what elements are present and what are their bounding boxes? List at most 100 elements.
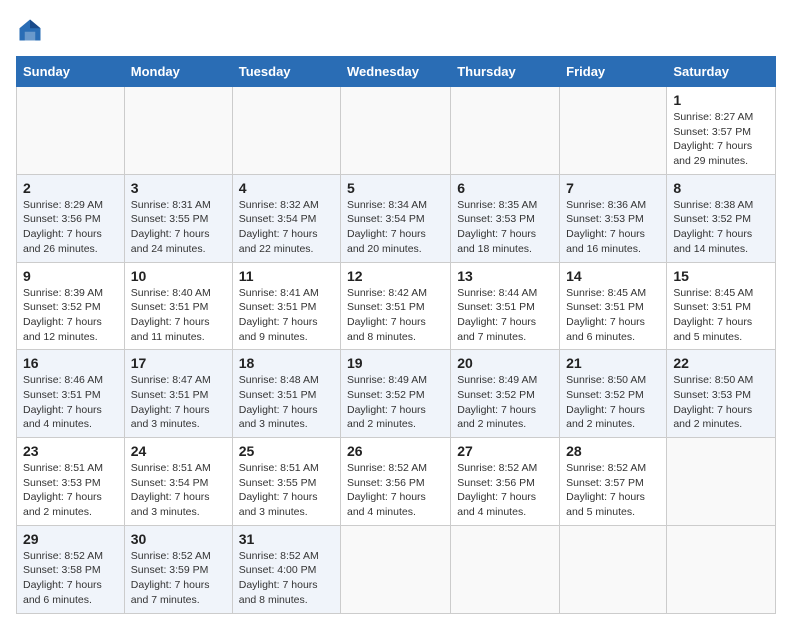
day-number: 20 bbox=[457, 355, 553, 371]
calendar-cell: 7Sunrise: 8:36 AMSunset: 3:53 PMDaylight… bbox=[560, 174, 667, 262]
calendar-week-row: 23 Sunrise: 8:51 AMSunset: 3:53 PMDayligh… bbox=[17, 438, 776, 526]
calendar-cell bbox=[232, 87, 340, 175]
calendar-cell bbox=[17, 87, 125, 175]
calendar-cell: 3 Sunrise: 8:31 AMSunset: 3:55 PMDaylight… bbox=[124, 174, 232, 262]
calendar-week-row: 16Sunrise: 8:46 AMSunset: 3:51 PMDayligh… bbox=[17, 350, 776, 438]
day-info: Sunrise: 8:31 AMSunset: 3:55 PMDaylight:… bbox=[131, 198, 226, 257]
day-of-week-header: Wednesday bbox=[341, 57, 451, 87]
calendar-cell: 1 Sunrise: 8:27 AMSunset: 3:57 PMDaylight… bbox=[667, 87, 776, 175]
calendar-cell: 5 Sunrise: 8:34 AMSunset: 3:54 PMDaylight… bbox=[341, 174, 451, 262]
calendar-table: SundayMondayTuesdayWednesdayThursdayFrid… bbox=[16, 56, 776, 614]
day-of-week-header: Monday bbox=[124, 57, 232, 87]
calendar-cell: 15 Sunrise: 8:45 AMSunset: 3:51 PMDayligh… bbox=[667, 262, 776, 350]
calendar-cell: 24Sunrise: 8:51 AMSunset: 3:54 PMDayligh… bbox=[124, 438, 232, 526]
day-number: 14 bbox=[566, 268, 660, 284]
day-number: 26 bbox=[347, 443, 444, 459]
day-number: 22 bbox=[673, 355, 769, 371]
day-of-week-header: Tuesday bbox=[232, 57, 340, 87]
day-info: Sunrise: 8:52 AMSunset: 3:58 PMDaylight:… bbox=[23, 549, 118, 608]
day-info: Sunrise: 8:36 AMSunset: 3:53 PMDaylight:… bbox=[566, 198, 660, 257]
calendar-cell bbox=[341, 87, 451, 175]
logo-icon bbox=[16, 16, 44, 44]
day-number: 31 bbox=[239, 531, 334, 547]
day-info: Sunrise: 8:38 AMSunset: 3:52 PMDaylight:… bbox=[673, 198, 769, 257]
calendar-cell: 27 Sunrise: 8:52 AMSunset: 3:56 PMDayligh… bbox=[451, 438, 560, 526]
day-number: 4 bbox=[239, 180, 334, 196]
calendar-cell: 18 Sunrise: 8:48 AMSunset: 3:51 PMDayligh… bbox=[232, 350, 340, 438]
calendar-cell: 8 Sunrise: 8:38 AMSunset: 3:52 PMDaylight… bbox=[667, 174, 776, 262]
day-info: Sunrise: 8:50 AMSunset: 3:52 PMDaylight:… bbox=[566, 373, 660, 432]
logo bbox=[16, 16, 48, 44]
calendar-cell bbox=[451, 525, 560, 613]
day-info: Sunrise: 8:34 AMSunset: 3:54 PMDaylight:… bbox=[347, 198, 444, 257]
day-number: 13 bbox=[457, 268, 553, 284]
calendar-cell: 21 Sunrise: 8:50 AMSunset: 3:52 PMDayligh… bbox=[560, 350, 667, 438]
calendar-cell: 29 Sunrise: 8:52 AMSunset: 3:58 PMDayligh… bbox=[17, 525, 125, 613]
day-info: Sunrise: 8:45 AMSunset: 3:51 PMDaylight:… bbox=[673, 286, 769, 345]
day-number: 5 bbox=[347, 180, 444, 196]
day-number: 19 bbox=[347, 355, 444, 371]
day-info: Sunrise: 8:47 AMSunset: 3:51 PMDaylight:… bbox=[131, 373, 226, 432]
day-info: Sunrise: 8:46 AMSunset: 3:51 PMDaylight:… bbox=[23, 373, 118, 432]
day-info: Sunrise: 8:44 AMSunset: 3:51 PMDaylight:… bbox=[457, 286, 553, 345]
day-number: 2 bbox=[23, 180, 118, 196]
day-number: 10 bbox=[131, 268, 226, 284]
calendar-header-row: SundayMondayTuesdayWednesdayThursdayFrid… bbox=[17, 57, 776, 87]
calendar-cell: 25 Sunrise: 8:51 AMSunset: 3:55 PMDayligh… bbox=[232, 438, 340, 526]
calendar-cell: 11Sunrise: 8:41 AMSunset: 3:51 PMDayligh… bbox=[232, 262, 340, 350]
day-number: 29 bbox=[23, 531, 118, 547]
day-number: 6 bbox=[457, 180, 553, 196]
calendar-cell: 10 Sunrise: 8:40 AMSunset: 3:51 PMDayligh… bbox=[124, 262, 232, 350]
calendar-cell bbox=[124, 87, 232, 175]
day-info: Sunrise: 8:39 AMSunset: 3:52 PMDaylight:… bbox=[23, 286, 118, 345]
calendar-week-row: 9 Sunrise: 8:39 AMSunset: 3:52 PMDaylight… bbox=[17, 262, 776, 350]
day-number: 30 bbox=[131, 531, 226, 547]
day-number: 18 bbox=[239, 355, 334, 371]
day-info: Sunrise: 8:51 AMSunset: 3:55 PMDaylight:… bbox=[239, 461, 334, 520]
day-number: 21 bbox=[566, 355, 660, 371]
day-of-week-header: Saturday bbox=[667, 57, 776, 87]
calendar-cell bbox=[560, 525, 667, 613]
day-info: Sunrise: 8:52 AMSunset: 3:57 PMDaylight:… bbox=[566, 461, 660, 520]
calendar-week-row: 1 Sunrise: 8:27 AMSunset: 3:57 PMDaylight… bbox=[17, 87, 776, 175]
day-number: 1 bbox=[673, 92, 769, 108]
day-info: Sunrise: 8:52 AMSunset: 3:56 PMDaylight:… bbox=[457, 461, 553, 520]
day-number: 27 bbox=[457, 443, 553, 459]
calendar-cell bbox=[667, 525, 776, 613]
day-number: 9 bbox=[23, 268, 118, 284]
calendar-week-row: 29 Sunrise: 8:52 AMSunset: 3:58 PMDayligh… bbox=[17, 525, 776, 613]
page-header bbox=[16, 16, 776, 44]
calendar-cell: 17Sunrise: 8:47 AMSunset: 3:51 PMDayligh… bbox=[124, 350, 232, 438]
day-of-week-header: Friday bbox=[560, 57, 667, 87]
calendar-cell: 28Sunrise: 8:52 AMSunset: 3:57 PMDayligh… bbox=[560, 438, 667, 526]
day-number: 23 bbox=[23, 443, 118, 459]
day-info: Sunrise: 8:49 AMSunset: 3:52 PMDaylight:… bbox=[457, 373, 553, 432]
calendar-cell: 23 Sunrise: 8:51 AMSunset: 3:53 PMDayligh… bbox=[17, 438, 125, 526]
day-info: Sunrise: 8:49 AMSunset: 3:52 PMDaylight:… bbox=[347, 373, 444, 432]
calendar-cell bbox=[560, 87, 667, 175]
calendar-cell: 19 Sunrise: 8:49 AMSunset: 3:52 PMDayligh… bbox=[341, 350, 451, 438]
day-info: Sunrise: 8:27 AMSunset: 3:57 PMDaylight:… bbox=[673, 110, 769, 169]
calendar-cell: 14Sunrise: 8:45 AMSunset: 3:51 PMDayligh… bbox=[560, 262, 667, 350]
calendar-cell: 12Sunrise: 8:42 AMSunset: 3:51 PMDayligh… bbox=[341, 262, 451, 350]
day-info: Sunrise: 8:52 AMSunset: 4:00 PMDaylight:… bbox=[239, 549, 334, 608]
day-number: 8 bbox=[673, 180, 769, 196]
day-number: 11 bbox=[239, 268, 334, 284]
day-info: Sunrise: 8:51 AMSunset: 3:54 PMDaylight:… bbox=[131, 461, 226, 520]
calendar-body: 1 Sunrise: 8:27 AMSunset: 3:57 PMDaylight… bbox=[17, 87, 776, 614]
calendar-cell: 13 Sunrise: 8:44 AMSunset: 3:51 PMDayligh… bbox=[451, 262, 560, 350]
calendar-cell: 16Sunrise: 8:46 AMSunset: 3:51 PMDayligh… bbox=[17, 350, 125, 438]
day-info: Sunrise: 8:52 AMSunset: 3:56 PMDaylight:… bbox=[347, 461, 444, 520]
day-info: Sunrise: 8:51 AMSunset: 3:53 PMDaylight:… bbox=[23, 461, 118, 520]
day-info: Sunrise: 8:40 AMSunset: 3:51 PMDaylight:… bbox=[131, 286, 226, 345]
calendar-cell: 26 Sunrise: 8:52 AMSunset: 3:56 PMDayligh… bbox=[341, 438, 451, 526]
day-number: 3 bbox=[131, 180, 226, 196]
calendar-cell bbox=[341, 525, 451, 613]
day-info: Sunrise: 8:48 AMSunset: 3:51 PMDaylight:… bbox=[239, 373, 334, 432]
calendar-cell bbox=[667, 438, 776, 526]
day-info: Sunrise: 8:32 AMSunset: 3:54 PMDaylight:… bbox=[239, 198, 334, 257]
day-number: 15 bbox=[673, 268, 769, 284]
day-of-week-header: Sunday bbox=[17, 57, 125, 87]
day-number: 25 bbox=[239, 443, 334, 459]
calendar-cell: 9 Sunrise: 8:39 AMSunset: 3:52 PMDaylight… bbox=[17, 262, 125, 350]
